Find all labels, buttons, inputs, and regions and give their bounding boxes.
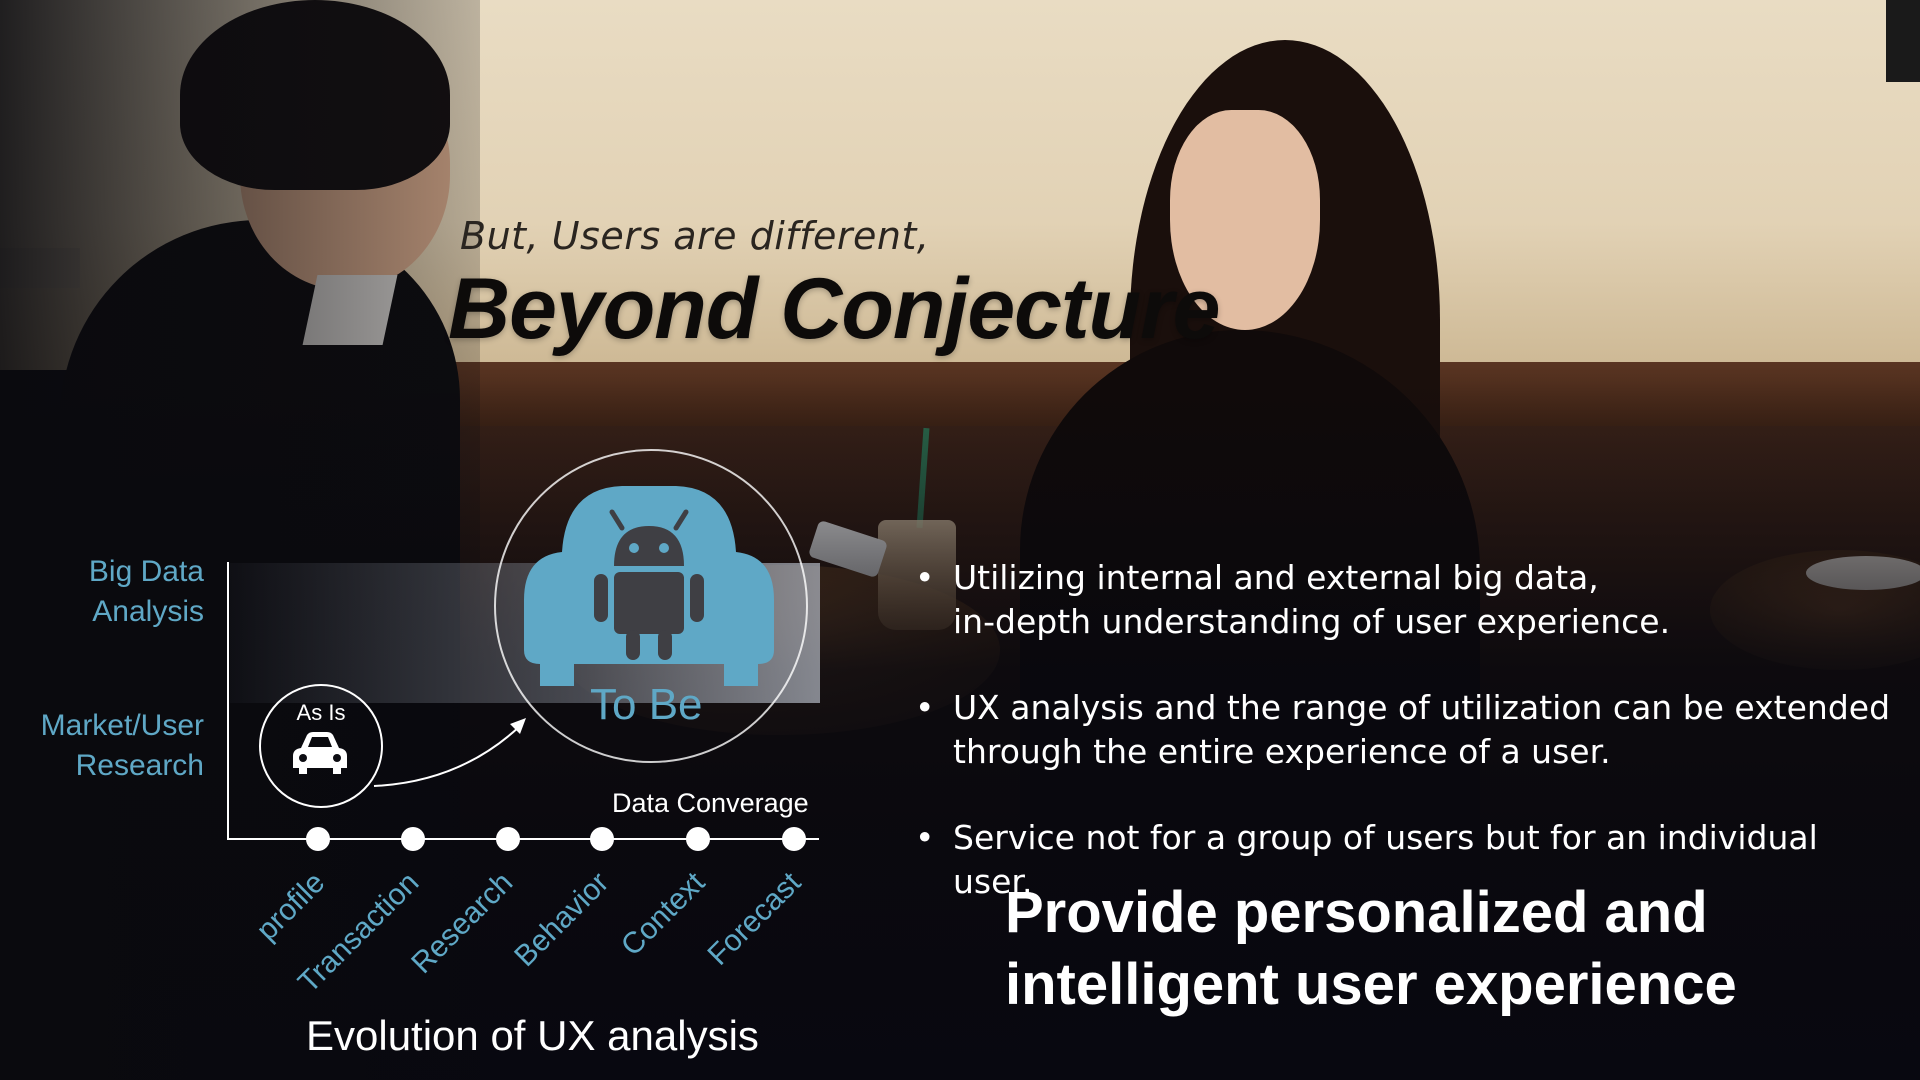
curved-arrow-icon	[373, 718, 526, 787]
y-label-line: Market/User	[40, 709, 204, 742]
to-be-label: To Be	[590, 680, 703, 729]
axis-dot	[686, 827, 710, 851]
y-label-market-research: Market/User Research	[41, 706, 204, 786]
bullet-dot: •	[915, 688, 935, 727]
y-label-line: Analysis	[92, 595, 204, 628]
bullet-item: • UX analysis and the range of utilizati…	[915, 686, 1895, 774]
diagram-caption: Evolution of UX analysis	[306, 1012, 759, 1059]
axis-dot	[401, 827, 425, 851]
android-car-icon	[524, 486, 774, 686]
bullet-item: • Utilizing internal and external big da…	[915, 556, 1895, 644]
headline-subtitle: But, Users are different,	[460, 214, 930, 258]
bullet-line: through the entire experience of a user.	[953, 732, 1611, 771]
data-convergence-label: Data Converage	[612, 788, 809, 818]
axis-dot	[590, 827, 614, 851]
bullet-line: in-depth understanding of user experienc…	[953, 602, 1671, 641]
conclusion-line: intelligent user experience	[1005, 952, 1737, 1017]
conclusion-text: Provide personalized and intelligent use…	[1005, 877, 1737, 1021]
bullet-dot: •	[915, 558, 935, 597]
as-is-label: As Is	[296, 700, 346, 725]
conclusion-line: Provide personalized and	[1005, 880, 1708, 945]
left-overlay	[0, 0, 480, 1080]
axis-dot	[306, 827, 330, 851]
y-axis	[227, 562, 229, 840]
bullet-line: Utilizing internal and external big data…	[953, 558, 1599, 597]
y-label-big-data: Big Data Analysis	[89, 552, 204, 632]
axis-dot	[496, 827, 520, 851]
car-icon	[293, 732, 347, 774]
bullet-dot: •	[915, 818, 935, 857]
y-label-line: Research	[75, 749, 204, 782]
y-label-line: Big Data	[88, 555, 204, 588]
axis-dot	[782, 827, 806, 851]
headline-title: Beyond Conjecture	[448, 261, 1220, 357]
bullet-line: UX analysis and the range of utilization…	[953, 688, 1891, 727]
